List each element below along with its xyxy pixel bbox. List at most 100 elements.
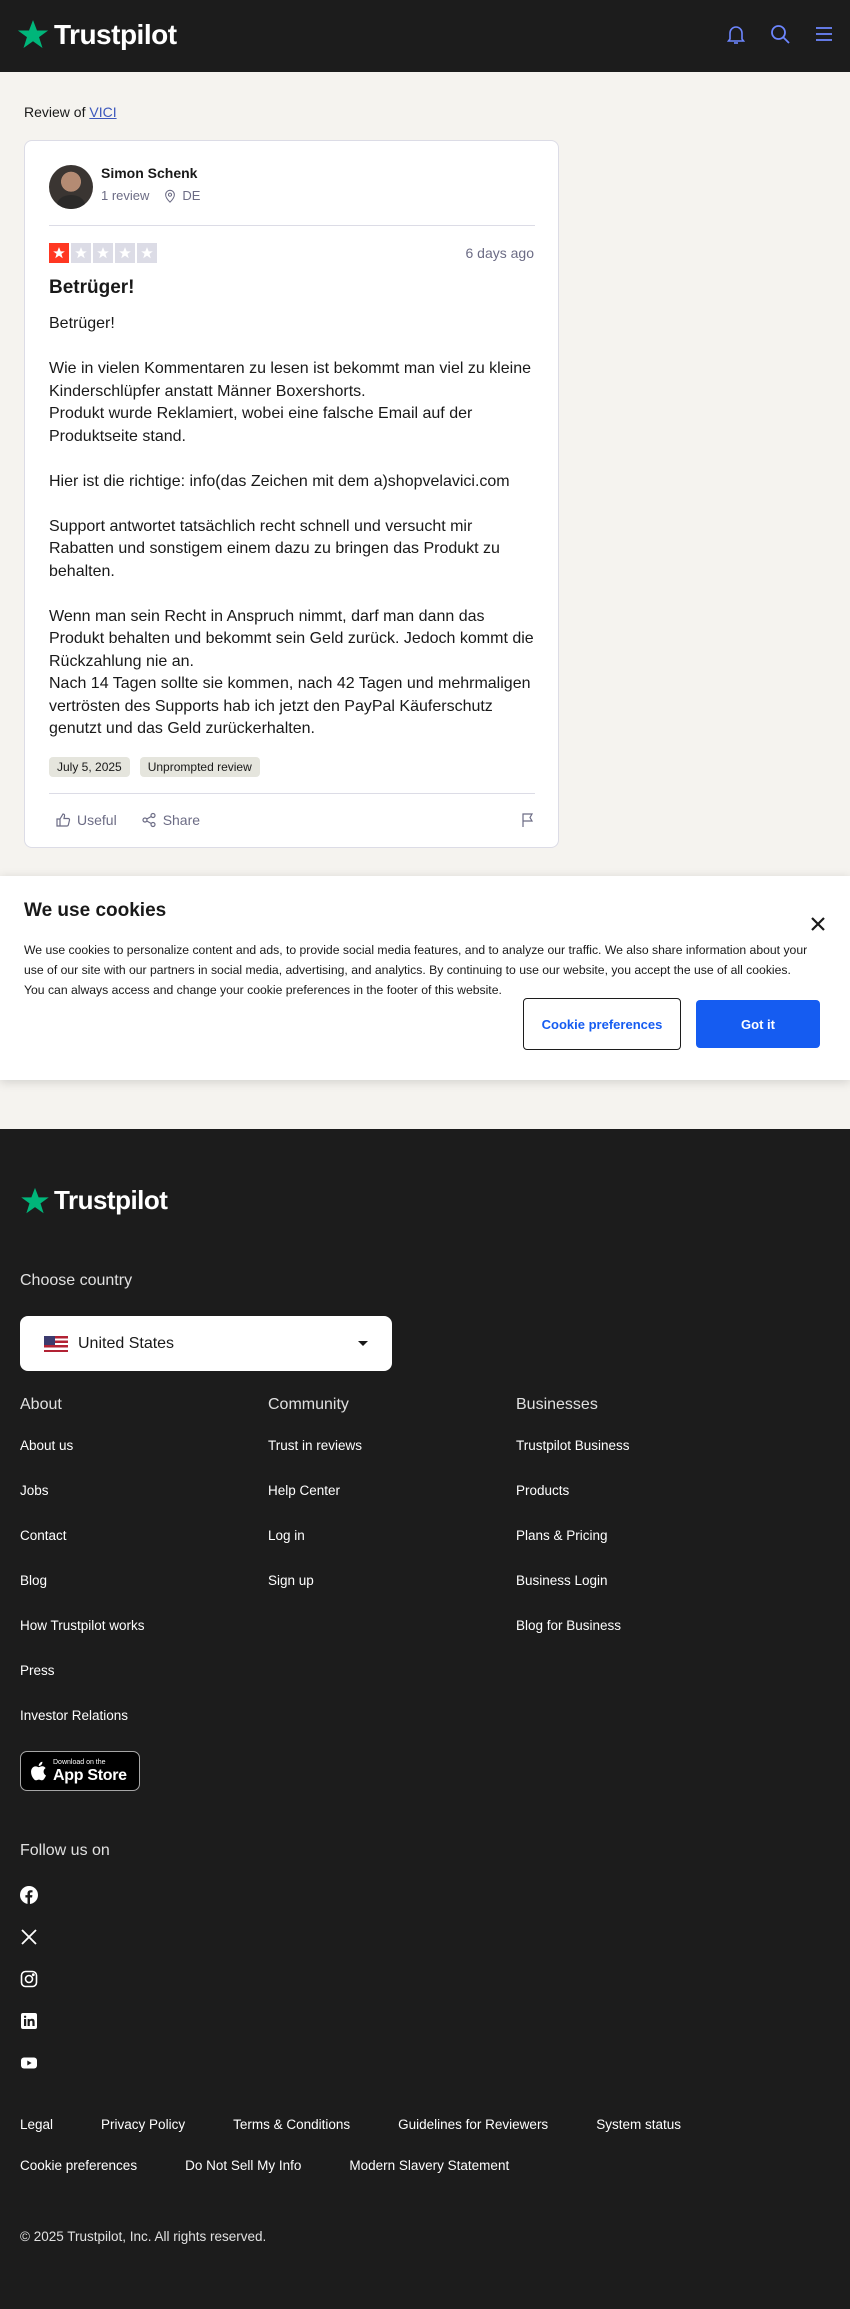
footer-brand-name: Trustpilot (54, 1185, 168, 1215)
footer-link[interactable]: Help Center (268, 1483, 362, 1528)
app-store-small-text: Download on the (53, 1758, 106, 1766)
share-button[interactable]: Share (141, 812, 200, 828)
footer-link[interactable]: Contact (20, 1528, 145, 1573)
divider (49, 225, 535, 226)
review-paragraph (49, 493, 535, 516)
useful-label: Useful (77, 812, 117, 828)
header-icons (724, 22, 836, 46)
footer-link[interactable]: Sign up (268, 1573, 362, 1618)
unprompted-review-tag[interactable]: Unprompted review (139, 757, 260, 777)
review-tags: July 5, 2025 Unprompted review (49, 757, 260, 777)
footer-link[interactable]: About us (20, 1438, 145, 1483)
footer: Trustpilot Choose country United States … (0, 1129, 850, 2309)
footer-link[interactable]: Jobs (20, 1483, 145, 1528)
footer-link[interactable]: Trust in reviews (268, 1438, 362, 1483)
star-icon (115, 243, 135, 263)
star-icon (137, 243, 157, 263)
report-flag-icon[interactable] (520, 812, 536, 828)
youtube-icon[interactable] (20, 2054, 38, 2072)
column-title: Businesses (516, 1396, 598, 1413)
review-title: Betrüger! (49, 277, 135, 298)
search-icon[interactable] (768, 22, 792, 46)
footer-link[interactable]: Blog for Business (516, 1618, 630, 1663)
social-links (20, 1886, 38, 2072)
footer-link[interactable]: Press (20, 1663, 145, 1708)
trustpilot-star-icon (21, 1187, 49, 1213)
review-paragraph (49, 448, 535, 471)
review-paragraph: Hier ist die richtige: info(das Zeichen … (49, 472, 510, 490)
location-pin-icon (165, 189, 176, 203)
useful-button[interactable]: Useful (55, 812, 117, 828)
review-of-line: Review of VICI (24, 104, 117, 120)
cookie-text: We use cookies to personalize content an… (24, 943, 808, 997)
modern-slavery-link[interactable]: Modern Slavery Statement (349, 2158, 509, 2173)
footer-link[interactable]: Trustpilot Business (516, 1438, 630, 1483)
star-icon (71, 243, 91, 263)
footer-column-community: Community Trust in reviews Help Center L… (268, 1396, 362, 1618)
cookie-banner: We use cookies We use cookies to persona… (0, 876, 850, 1080)
footer-column-businesses: Businesses Trustpilot Business Products … (516, 1396, 630, 1663)
reviewer-meta: 1 review DE (101, 188, 200, 203)
review-count: 1 review (101, 188, 150, 203)
reviewer-location: DE (163, 188, 200, 203)
footer-link[interactable]: Business Login (516, 1573, 630, 1618)
review-paragraph: Wenn man sein Recht in Anspruch nimmt, d… (49, 607, 534, 670)
copyright: © 2025 Trustpilot, Inc. All rights reser… (20, 2229, 267, 2244)
app-store-badge[interactable]: Download on the App Store (20, 1751, 140, 1791)
trustpilot-logo[interactable]: Trustpilot (16, 18, 177, 51)
avatar[interactable] (49, 165, 93, 209)
top-navbar: Trustpilot (0, 0, 850, 72)
privacy-policy-link[interactable]: Privacy Policy (101, 2117, 185, 2132)
cookie-preferences-link[interactable]: Cookie preferences (20, 2158, 137, 2173)
choose-country-label: Choose country (20, 1272, 133, 1289)
review-actions: Useful Share (55, 812, 200, 828)
star-rating (49, 243, 157, 263)
apple-icon (31, 1761, 46, 1781)
footer-link[interactable]: Blog (20, 1573, 145, 1618)
share-label: Share (162, 812, 201, 828)
divider (49, 793, 535, 794)
terms-link[interactable]: Terms & Conditions (233, 2117, 350, 2132)
guidelines-link[interactable]: Guidelines for Reviewers (398, 2117, 548, 2132)
linkedin-icon[interactable] (20, 2012, 38, 2030)
star-icon (93, 243, 113, 263)
cookie-preferences-button[interactable]: Cookie preferences (523, 998, 681, 1050)
facebook-icon[interactable] (20, 1886, 38, 1904)
do-not-sell-link[interactable]: Do Not Sell My Info (185, 2158, 301, 2173)
bell-icon[interactable] (724, 22, 748, 46)
footer-link[interactable]: Investor Relations (20, 1708, 145, 1753)
footer-link[interactable]: Log in (268, 1528, 362, 1573)
share-icon (142, 812, 156, 828)
review-paragraph (49, 583, 535, 606)
footer-link[interactable]: Products (516, 1483, 630, 1528)
country-select[interactable]: United States (20, 1316, 392, 1371)
footer-link[interactable]: How Trustpilot works (20, 1618, 145, 1663)
legal-links: Legal Privacy Policy Terms & Conditions … (20, 2117, 800, 2173)
us-flag-icon (44, 1335, 68, 1352)
date-of-experience-tag: July 5, 2025 (49, 757, 130, 777)
trustpilot-star-icon (17, 20, 49, 48)
review-body: Betrüger! Wie in vielen Kommentaren zu le… (49, 313, 535, 741)
app-store-text: Download on the App Store (53, 1759, 127, 1784)
follow-us-label: Follow us on (20, 1842, 110, 1859)
reviewer-name[interactable]: Simon Schenk (101, 165, 197, 181)
review-paragraph: Nach 14 Tagen sollte sie kommen, nach 42… (49, 675, 531, 737)
footer-link[interactable]: Plans & Pricing (516, 1528, 630, 1573)
cookie-title: We use cookies (24, 900, 167, 921)
country-code: DE (182, 188, 201, 203)
footer-logo[interactable]: Trustpilot (20, 1185, 168, 1216)
review-card: Simon Schenk 1 review DE 6 days ago Betr… (24, 140, 559, 848)
review-date: 6 days ago (465, 245, 535, 261)
close-icon[interactable] (810, 916, 826, 932)
menu-icon[interactable] (812, 22, 836, 46)
company-link[interactable]: VICI (89, 104, 116, 120)
star-icon (49, 243, 69, 263)
x-icon[interactable] (20, 1928, 38, 1946)
review-paragraph: Wie in vielen Kommentaren zu lesen ist b… (49, 360, 531, 400)
chevron-down-icon (358, 1341, 368, 1346)
legal-link[interactable]: Legal (20, 2117, 53, 2132)
system-status-link[interactable]: System status (596, 2117, 681, 2132)
instagram-icon[interactable] (20, 1970, 38, 1988)
got-it-button[interactable]: Got it (696, 1000, 820, 1048)
column-title: Community (268, 1396, 349, 1413)
